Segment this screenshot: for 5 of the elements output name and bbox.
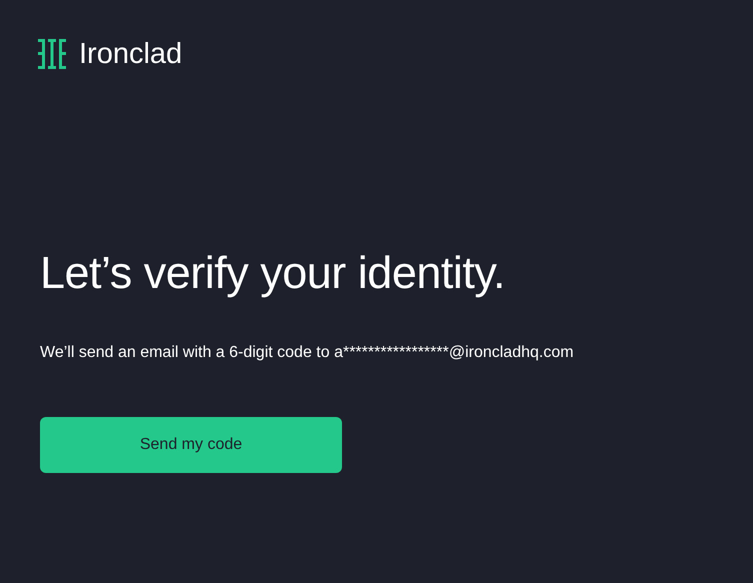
brand-name: Ironclad — [79, 38, 182, 70]
message-text: We’ll send an email with a 6-digit code to a*****************@ironcladhq.com — [40, 343, 574, 363]
logo-icon — [38, 39, 66, 69]
send-code-button[interactable]: Send my code — [40, 417, 342, 473]
page-heading: Let’s verify your identity. — [40, 246, 506, 300]
